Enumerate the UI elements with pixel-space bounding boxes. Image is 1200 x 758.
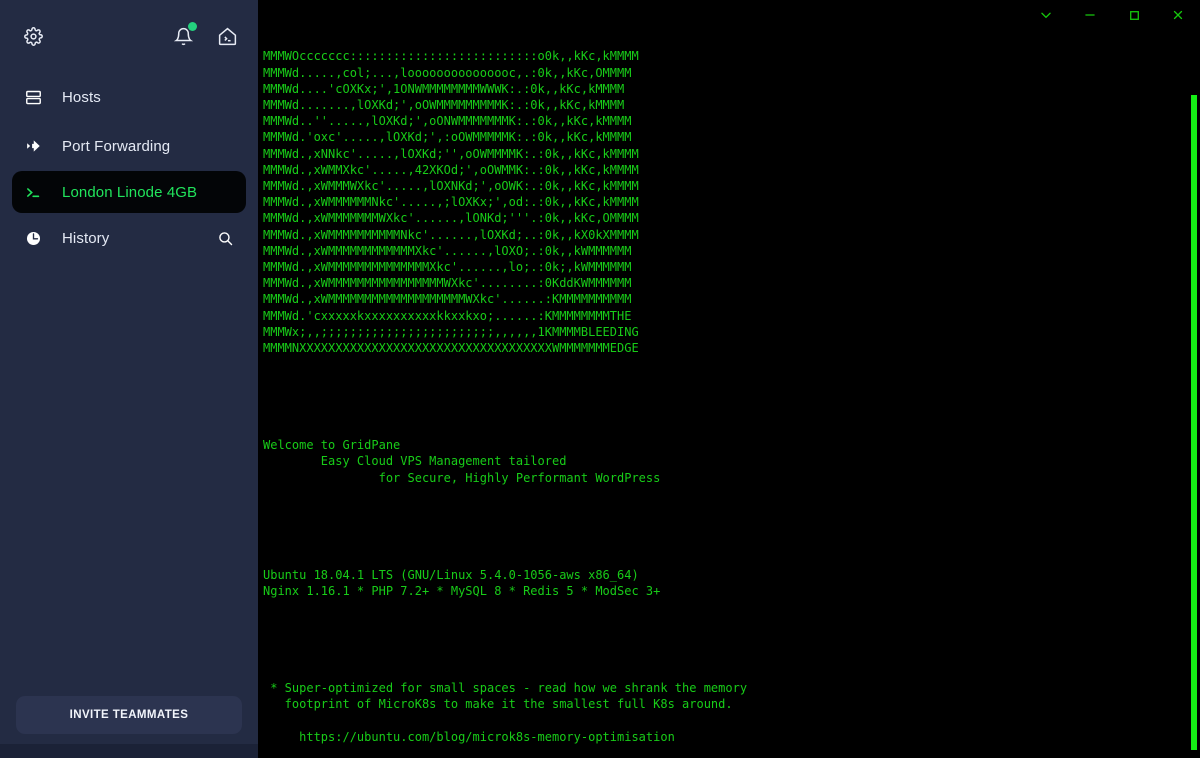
terminal-prompt-icon [22, 184, 44, 201]
system-info-block: Ubuntu 18.04.1 LTS (GNU/Linux 5.4.0-1056… [263, 567, 661, 599]
sidebar-item-label: History [62, 229, 110, 247]
search-icon[interactable] [214, 227, 236, 249]
sidebar-footer-strip [0, 744, 258, 758]
bell-icon[interactable] [170, 22, 197, 49]
maximize-icon[interactable] [1112, 0, 1156, 30]
close-icon[interactable] [1156, 0, 1200, 30]
gear-icon[interactable] [20, 23, 46, 49]
arrow-forward-icon [22, 137, 44, 155]
terminal-panel[interactable]: MMMWOccccccc::::::::::::::::::::::::::o0… [258, 0, 1200, 758]
sidebar-bottom: INVITE TEAMMATES [0, 696, 258, 744]
sidebar: Hosts Port Forwarding London Linode 4GB … [0, 0, 258, 758]
ascii-banner: MMMWOccccccc::::::::::::::::::::::::::o0… [263, 48, 1200, 356]
invite-teammates-button[interactable]: INVITE TEAMMATES [16, 696, 242, 734]
topbar-actions [170, 22, 240, 49]
terminal-scrollbar-thumb[interactable] [1191, 95, 1197, 750]
sidebar-item-hosts[interactable]: Hosts [12, 76, 246, 118]
minimize-icon[interactable] [1068, 0, 1112, 30]
news-block: * Super-optimized for small spaces - rea… [270, 681, 748, 744]
sidebar-topbar [0, 0, 258, 72]
clock-icon [22, 230, 44, 247]
app-window: Hosts Port Forwarding London Linode 4GB … [0, 0, 1200, 758]
sidebar-item-label: London Linode 4GB [62, 183, 198, 201]
sidebar-item-label: Port Forwarding [62, 137, 171, 155]
server-rack-icon [22, 89, 44, 106]
home-terminal-icon[interactable] [214, 23, 240, 49]
sidebar-item-history[interactable]: History [12, 217, 246, 259]
terminal-scrollbar-track[interactable] [1188, 0, 1200, 758]
welcome-block: Welcome to GridPane Easy Cloud VPS Manag… [263, 438, 661, 485]
chevron-down-icon[interactable] [1024, 0, 1068, 30]
window-controls [1024, 0, 1200, 30]
terminal-output[interactable]: MMMWOccccccc::::::::::::::::::::::::::o0… [258, 0, 1200, 758]
sidebar-item-label: Hosts [62, 88, 101, 106]
banner-text: MMMWOccccccc::::::::::::::::::::::::::o0… [263, 49, 639, 356]
sidebar-item-london-linode-4gb[interactable]: London Linode 4GB [12, 171, 246, 213]
sidebar-item-port-forwarding[interactable]: Port Forwarding [12, 125, 246, 167]
notification-badge [188, 22, 197, 31]
sidebar-nav: Hosts Port Forwarding London Linode 4GB … [0, 72, 258, 696]
